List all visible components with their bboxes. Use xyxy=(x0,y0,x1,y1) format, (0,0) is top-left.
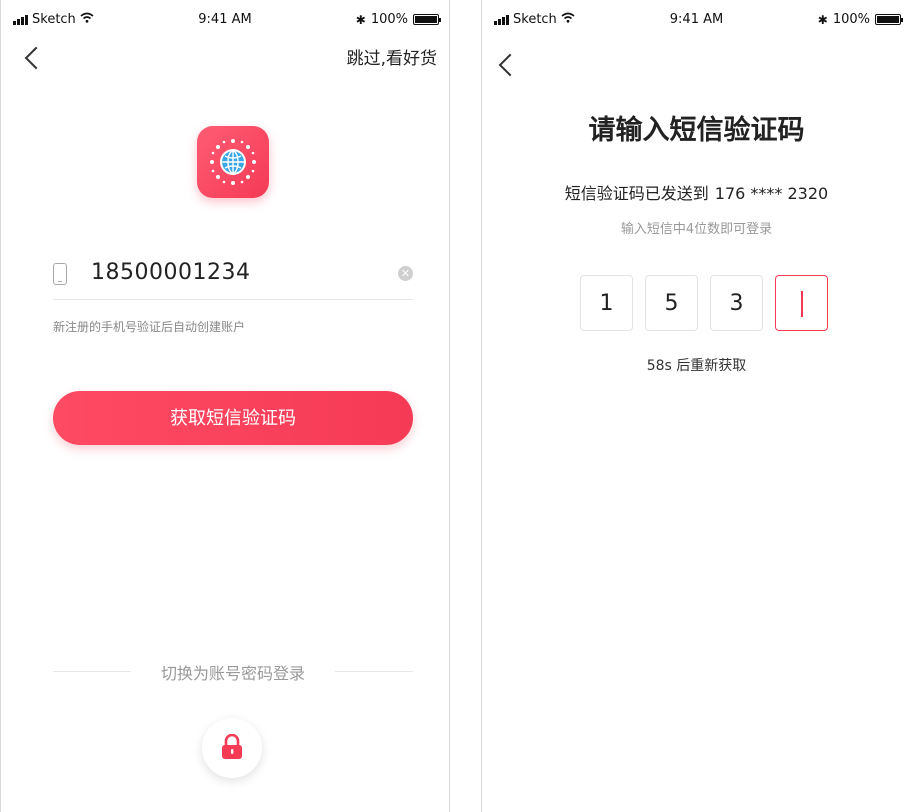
status-bar: Sketch 9:41 AM ✱ 100% xyxy=(482,0,911,36)
sent-to-text: 短信验证码已发送到 176 **** 2320 xyxy=(482,180,911,204)
resend-countdown[interactable]: 58s 后重新获取 xyxy=(482,355,911,375)
code-input-row[interactable]: 1 5 3 xyxy=(580,275,828,331)
back-icon[interactable] xyxy=(498,53,522,77)
phone-login-screen: Sketch 9:41 AM ✱ 100% 跳过,看好货 18500001234… xyxy=(0,0,450,812)
battery-icon xyxy=(413,14,441,25)
divider xyxy=(335,671,413,672)
code-digit-box[interactable]: 1 xyxy=(580,275,633,331)
register-hint: 新注册的手机号验证后自动创建账户 xyxy=(53,320,246,334)
get-sms-code-button[interactable]: 获取短信验证码 xyxy=(53,391,413,445)
code-digit-box[interactable]: 5 xyxy=(645,275,698,331)
code-digit-box[interactable]: 3 xyxy=(710,275,763,331)
sent-to-phone: 176 **** 2320 xyxy=(714,184,829,203)
lock-icon xyxy=(222,734,242,759)
skip-link[interactable]: 跳过,看好货 xyxy=(347,44,437,69)
sent-to-label: 短信验证码已发送到 xyxy=(564,184,709,203)
phone-icon xyxy=(53,263,67,285)
app-logo-icon xyxy=(197,126,269,198)
switch-login-row: 切换为账号密码登录 xyxy=(53,660,413,684)
battery-label: 100% xyxy=(832,12,870,27)
bluetooth-icon: ✱ xyxy=(817,12,828,27)
bluetooth-icon: ✱ xyxy=(355,12,366,27)
page-title: 请输入短信验证码 xyxy=(588,115,805,146)
switch-to-password-login[interactable]: 切换为账号密码登录 xyxy=(53,660,413,684)
password-login-button[interactable] xyxy=(202,718,262,778)
code-hint: 输入短信中4位数即可登录 xyxy=(620,222,773,237)
status-bar: Sketch 9:41 AM ✱ 100% xyxy=(1,0,449,36)
battery-icon xyxy=(875,14,903,25)
code-digit-box-active[interactable] xyxy=(775,275,828,331)
battery-label: 100% xyxy=(370,12,408,27)
clear-icon[interactable]: ✕ xyxy=(398,266,413,281)
phone-verify-screen: Sketch 9:41 AM ✱ 100% 请输入短信验证码 短信验证码已发送到… xyxy=(481,0,911,812)
phone-number-input[interactable]: 18500001234 xyxy=(91,260,250,285)
battery-group: ✱ 100% xyxy=(817,12,903,27)
back-icon[interactable] xyxy=(24,46,48,70)
battery-group: ✱ 100% xyxy=(355,12,441,27)
phone-input-row[interactable]: 18500001234 ✕ xyxy=(53,250,413,300)
